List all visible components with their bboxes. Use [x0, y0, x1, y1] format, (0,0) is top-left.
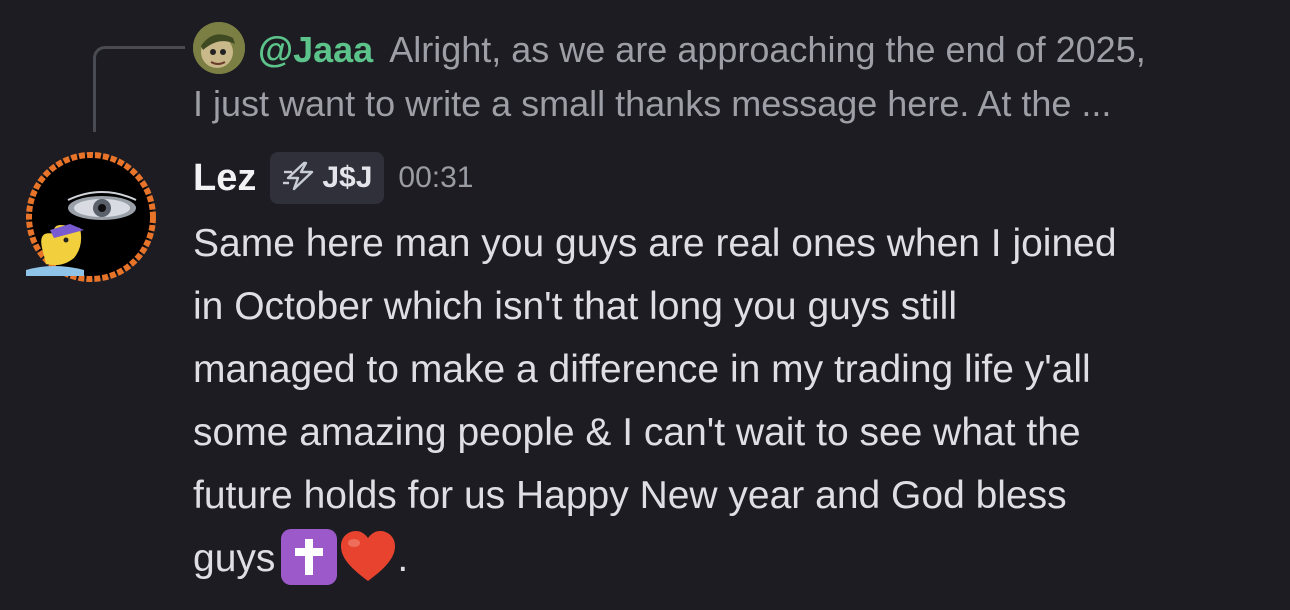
role-tag-label: J$J — [322, 161, 373, 194]
message-line: managed to make a difference in my tradi… — [193, 348, 1091, 391]
reply-preview-text: Alright, as we are approaching the end o… — [389, 29, 1146, 70]
cross-emoji[interactable] — [281, 529, 338, 585]
chat-message: @Jaaa Alright, as we are approaching the … — [0, 0, 1290, 610]
message-line: in October which isn't that long you guy… — [193, 285, 957, 328]
author-name[interactable]: Lez — [193, 157, 256, 200]
message-last-line: guys. — [193, 527, 1273, 590]
message-header: Lez J$J 00:31 — [193, 150, 474, 206]
reply-username[interactable]: @Jaaa — [258, 29, 373, 70]
message-line: future holds for us Happy New year and G… — [193, 474, 1067, 517]
message-line: some amazing people & I can't wait to se… — [193, 411, 1081, 454]
author-avatar[interactable] — [24, 150, 158, 284]
reply-user-avatar[interactable] — [193, 22, 245, 74]
trailing-punctuation: . — [397, 537, 409, 580]
reply-connector-line — [93, 46, 185, 132]
message-content: Same here man you guys are real ones whe… — [193, 212, 1273, 590]
reply-preview-text-continued: I just want to write a small thanks mess… — [193, 83, 1112, 124]
lightning-icon — [282, 161, 316, 196]
message-line: guys — [193, 537, 276, 580]
role-tag[interactable]: J$J — [270, 152, 385, 204]
reply-preview[interactable]: @Jaaa Alright, as we are approaching the … — [258, 24, 1146, 76]
message-timestamp[interactable]: 00:31 — [398, 161, 473, 195]
message-line: Same here man you guys are real ones whe… — [193, 222, 1117, 265]
red-heart-emoji[interactable] — [339, 529, 397, 585]
